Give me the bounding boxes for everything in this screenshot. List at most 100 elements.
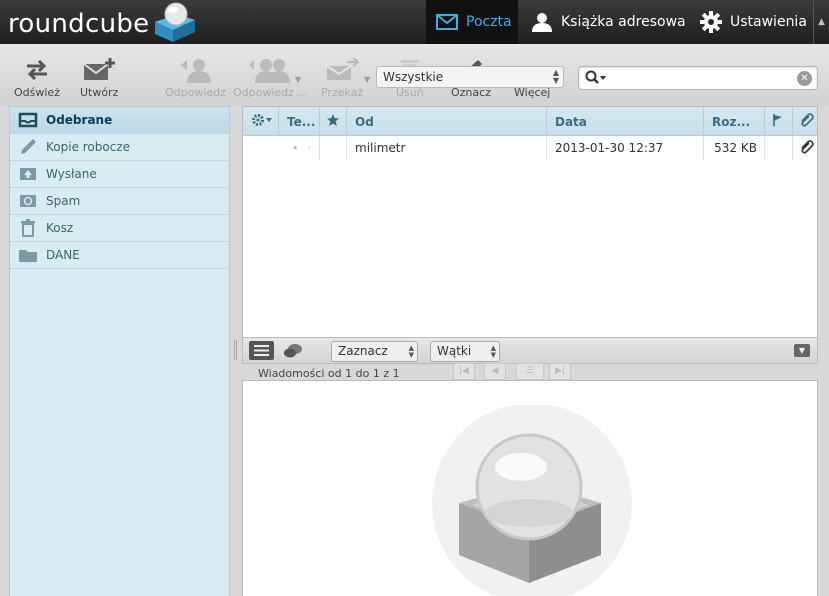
nav-settings-label: Ustawienia xyxy=(730,14,807,30)
message-list-header: Te... Od Data Roz... xyxy=(243,107,817,136)
folder-list: Odebrane Kopie robocze Wysłane Spam Kosz… xyxy=(9,106,230,596)
spam-icon xyxy=(18,192,38,210)
logo-cube-icon xyxy=(155,2,196,42)
reply-all-label: Odpowiedz ... xyxy=(233,86,308,99)
column-attachment[interactable] xyxy=(793,107,819,136)
filter-value: Wszystkie xyxy=(383,70,444,84)
folder-item-spam[interactable]: Spam xyxy=(10,188,229,215)
threads-view-icon[interactable] xyxy=(283,343,303,362)
list-view-icon[interactable] xyxy=(249,341,274,360)
column-flag-star[interactable] xyxy=(320,107,347,136)
folder-label: DANE xyxy=(46,248,80,262)
table-row[interactable]: • · milimetr 2013-01-30 12:37 532 KB xyxy=(243,136,817,160)
search-reset-icon[interactable]: ✕ xyxy=(797,71,812,86)
pencil-icon xyxy=(18,138,38,156)
list-footer: Zaznacz ▲ ▼ Wątki ▲ ▼ ▼ xyxy=(242,338,818,364)
forward-button[interactable]: Przekaż xyxy=(321,56,363,100)
column-flag[interactable] xyxy=(765,107,793,136)
column-thread-label: Te... xyxy=(287,114,316,129)
forward-icon xyxy=(325,56,360,84)
search-icon[interactable] xyxy=(585,70,609,89)
roundcube-watermark-icon xyxy=(432,405,632,596)
folder-item-dane[interactable]: DANE xyxy=(10,242,229,269)
folder-icon xyxy=(18,246,38,264)
filter-select[interactable]: Wszystkie ▲ ▼ xyxy=(376,66,564,88)
forward-label: Przekaż xyxy=(321,86,364,99)
collapse-header-button[interactable]: ▲ xyxy=(813,0,829,44)
message-flag[interactable] xyxy=(765,136,793,160)
threads-label: Wątki xyxy=(437,344,472,358)
previous-page-button[interactable]: ◀ xyxy=(484,363,506,380)
column-size[interactable]: Roz... xyxy=(704,107,765,136)
logo-text: roundcube xyxy=(8,9,150,39)
message-size-text: 532 KB xyxy=(714,141,757,155)
folder-label: Kosz xyxy=(46,221,74,235)
nav-address-book[interactable]: Książka adresowa xyxy=(531,0,686,44)
top-bar: roundcube Poczta Książka adresowa Ustawi… xyxy=(0,0,829,44)
nav-address-book-label: Książka adresowa xyxy=(561,14,686,30)
message-from-text: milimetr xyxy=(355,141,406,155)
message-date: 2013-01-30 12:37 xyxy=(547,136,704,160)
pane-splitter[interactable] xyxy=(234,340,237,360)
column-date-label: Data xyxy=(555,114,587,129)
refresh-label: Odśwież xyxy=(14,86,60,99)
folder-item-inbox[interactable]: Odebrane xyxy=(10,107,229,134)
select-arrows-icon: ▲ ▼ xyxy=(490,344,496,359)
reply-button[interactable]: Odpowiedz xyxy=(165,56,226,100)
message-from: milimetr xyxy=(347,136,547,160)
reply-label: Odpowiedz xyxy=(165,86,226,99)
folder-label: Kopie robocze xyxy=(46,140,131,154)
refresh-button[interactable]: Odśwież xyxy=(14,56,60,100)
search-box[interactable]: ✕ xyxy=(578,66,818,90)
column-from[interactable]: Od xyxy=(347,107,547,136)
message-count: Wiadomości od 1 do 1 z 1 xyxy=(258,367,400,380)
roundcube-logo[interactable]: roundcube xyxy=(8,2,199,44)
paperclip-icon xyxy=(798,112,814,131)
next-page-button[interactable]: ▶| xyxy=(549,363,571,380)
forward-dropdown-icon[interactable]: ▼ xyxy=(364,75,370,84)
reply-all-icon xyxy=(248,56,292,84)
star-icon xyxy=(326,113,340,130)
nav-mail-label: Poczta xyxy=(466,14,512,30)
message-size: 532 KB xyxy=(704,136,765,160)
reply-all-dropdown-icon[interactable]: ▼ xyxy=(295,75,301,84)
gear-icon xyxy=(700,11,722,33)
select-arrows-icon: ▲ ▼ xyxy=(408,344,414,359)
star-toggle[interactable] xyxy=(320,136,347,160)
compose-label: Utwórz xyxy=(80,86,119,99)
message-preview xyxy=(242,380,818,596)
sent-icon xyxy=(18,165,38,183)
page-separator-icon: ☰ xyxy=(516,363,544,380)
toggle-preview-button[interactable]: ▼ xyxy=(794,344,810,357)
select-arrows-icon: ▲ ▼ xyxy=(552,68,559,85)
refresh-icon xyxy=(25,56,49,84)
folder-label: Spam xyxy=(46,194,81,208)
paperclip-icon xyxy=(798,139,814,158)
flag-icon xyxy=(771,113,785,130)
select-messages-dropdown[interactable]: Zaznacz ▲ ▼ xyxy=(331,341,418,362)
trash-icon xyxy=(18,219,38,237)
thread-status-icon[interactable]: • · xyxy=(243,136,320,160)
column-thread[interactable]: Te... xyxy=(279,107,320,136)
folder-item-trash[interactable]: Kosz xyxy=(10,215,229,242)
nav-mail[interactable]: Poczta xyxy=(426,0,518,44)
message-list: Te... Od Data Roz... • · milimetr 2013-0… xyxy=(242,106,818,338)
search-input[interactable] xyxy=(609,69,787,87)
envelope-icon xyxy=(436,14,458,30)
threads-dropdown[interactable]: Wątki ▲ ▼ xyxy=(430,341,500,362)
compose-button[interactable]: Utwórz xyxy=(80,56,118,100)
inbox-icon xyxy=(18,111,38,129)
list-options-button[interactable] xyxy=(243,107,279,136)
column-date[interactable]: Data xyxy=(547,107,704,136)
column-size-label: Roz... xyxy=(712,114,751,129)
folder-label: Odebrane xyxy=(46,113,113,127)
column-from-label: Od xyxy=(355,114,374,129)
folder-item-sent[interactable]: Wysłane xyxy=(10,161,229,188)
folder-item-drafts[interactable]: Kopie robocze xyxy=(10,134,229,161)
folder-label: Wysłane xyxy=(46,167,97,181)
nav-settings[interactable]: Ustawienia xyxy=(700,0,807,44)
message-attachment xyxy=(793,136,819,160)
first-page-button[interactable]: |◀ xyxy=(453,363,475,380)
person-icon xyxy=(531,12,553,32)
gear-icon xyxy=(251,113,273,130)
